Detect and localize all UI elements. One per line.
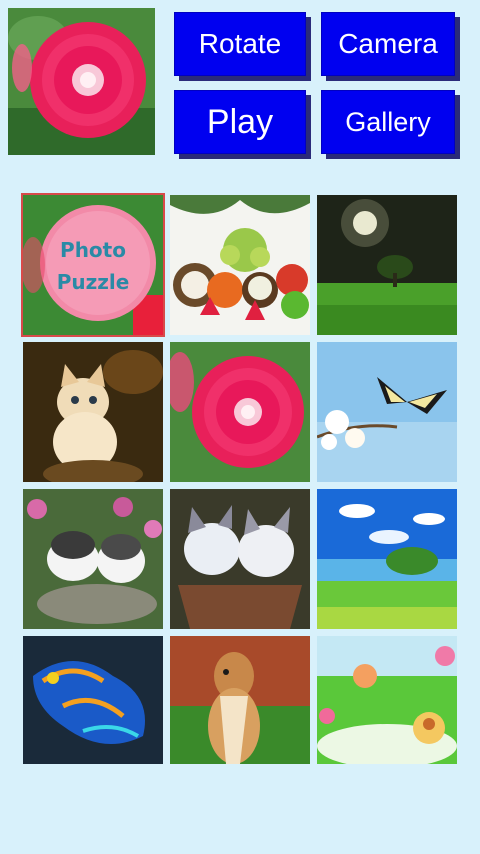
- logo-line2: Puzzle: [56, 270, 130, 294]
- camera-button[interactable]: Camera: [321, 12, 455, 76]
- gallery-item-kittens-basket[interactable]: [170, 489, 310, 629]
- gallery-item-kitten[interactable]: [23, 342, 163, 482]
- gallery-item-butterfly[interactable]: [317, 342, 457, 482]
- gallery-item-fruit[interactable]: [170, 195, 310, 335]
- gallery-item-lake[interactable]: [317, 489, 457, 629]
- logo-line1: Photo: [60, 238, 126, 262]
- gallery-item-kittens-flowers[interactable]: [23, 489, 163, 629]
- rotate-button[interactable]: Rotate: [174, 12, 306, 76]
- selected-photo-preview: [8, 8, 155, 155]
- gallery-button[interactable]: Gallery: [321, 90, 455, 154]
- gallery-item-chipmunk[interactable]: [170, 636, 310, 764]
- gallery-item-red-flower[interactable]: [170, 342, 310, 482]
- gallery-item-mandarin-fish[interactable]: [23, 636, 163, 764]
- gallery-item-night-tree[interactable]: [317, 195, 457, 335]
- gallery-item-cartoon-garden[interactable]: [317, 636, 457, 764]
- play-button[interactable]: Play: [174, 90, 306, 154]
- gallery-item-photo-puzzle[interactable]: Photo Puzzle: [21, 193, 165, 337]
